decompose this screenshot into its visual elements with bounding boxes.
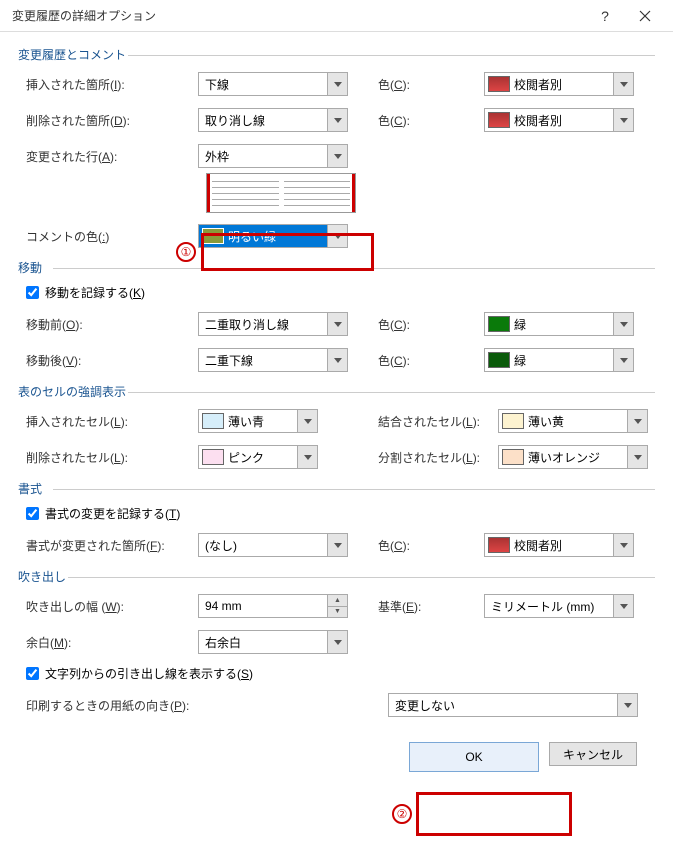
titlebar: 変更履歴の詳細オプション ? xyxy=(0,0,673,32)
select-move-from[interactable]: 二重取り消し線 xyxy=(198,312,348,336)
select-margin[interactable]: 右余白 xyxy=(198,630,348,654)
select-merge-cell[interactable]: 薄い黄 xyxy=(498,409,648,433)
chevron-down-icon xyxy=(327,109,347,131)
select-inserted[interactable]: 下線 xyxy=(198,72,348,96)
select-comment-color[interactable]: 明るい緑 xyxy=(198,224,348,248)
label-ins-cell: 挿入されたセル(L): xyxy=(18,413,198,430)
swatch-icon xyxy=(488,537,510,553)
label-balloon-width: 吹き出しの幅 (W): xyxy=(18,598,198,615)
select-deleted-color[interactable]: 校閲者別 xyxy=(484,108,634,132)
select-split-cell[interactable]: 薄いオレンジ xyxy=(498,445,648,469)
section-changes: 変更履歴とコメント xyxy=(18,46,655,63)
select-del-cell[interactable]: ピンク xyxy=(198,445,318,469)
checkbox-input[interactable] xyxy=(26,667,39,680)
label-changed-line: 変更された行(A): xyxy=(18,148,198,165)
label-split-cell: 分割されたセル(L): xyxy=(378,449,498,466)
section-balloons: 吹き出し xyxy=(18,568,655,585)
changed-line-preview xyxy=(206,173,356,213)
swatch-icon xyxy=(488,352,510,368)
checkbox-label: 書式の変更を記録する(T) xyxy=(45,505,180,522)
select-ins-cell[interactable]: 薄い青 xyxy=(198,409,318,433)
select-format-at[interactable]: (なし) xyxy=(198,533,348,557)
swatch-icon xyxy=(202,413,224,429)
chevron-down-icon xyxy=(613,109,633,131)
select-inserted-color[interactable]: 校閲者別 xyxy=(484,72,634,96)
checkbox-input[interactable] xyxy=(26,286,39,299)
label-margin: 余白(M): xyxy=(18,634,198,651)
select-format-color[interactable]: 校閲者別 xyxy=(484,533,634,557)
select-move-to[interactable]: 二重下線 xyxy=(198,348,348,372)
chevron-down-icon xyxy=(627,410,647,432)
swatch-icon xyxy=(202,228,224,244)
label-color: 色(C): xyxy=(378,316,484,333)
swatch-icon xyxy=(202,449,224,465)
chevron-down-icon xyxy=(327,313,347,335)
chevron-down-icon xyxy=(327,631,347,653)
label-print-orient: 印刷するときの用紙の向き(P): xyxy=(18,697,388,714)
select-changed-line[interactable]: 外枠 xyxy=(198,144,348,168)
select-print-orient[interactable]: 変更しない xyxy=(388,693,638,717)
label-deleted: 削除された箇所(D): xyxy=(18,112,198,129)
spinner-down-icon[interactable]: ▼ xyxy=(327,606,347,618)
swatch-icon xyxy=(488,112,510,128)
ok-button[interactable]: OK xyxy=(409,742,539,772)
swatch-icon xyxy=(488,76,510,92)
chevron-down-icon xyxy=(613,349,633,371)
swatch-icon xyxy=(502,413,524,429)
label-measure: 基準(E): xyxy=(378,598,484,615)
close-button[interactable] xyxy=(625,1,665,31)
section-cells: 表のセルの強調表示 xyxy=(18,383,655,400)
label-del-cell: 削除されたセル(L): xyxy=(18,449,198,466)
label-format-at: 書式が変更された箇所(F): xyxy=(18,537,198,554)
select-deleted[interactable]: 取り消し線 xyxy=(198,108,348,132)
chevron-down-icon xyxy=(327,534,347,556)
chevron-down-icon xyxy=(297,446,317,468)
chevron-down-icon xyxy=(617,694,637,716)
label-move-from: 移動前(O): xyxy=(18,316,198,333)
section-moves: 移動 xyxy=(18,259,655,276)
label-comment-color: コメントの色(:) xyxy=(18,228,198,245)
spinner-up-icon[interactable]: ▲ xyxy=(327,595,347,606)
section-format: 書式 xyxy=(18,480,655,497)
chevron-down-icon xyxy=(613,595,633,617)
swatch-icon xyxy=(488,316,510,332)
checkbox-label: 文字列からの引き出し線を表示する(S) xyxy=(45,665,253,682)
label-move-to: 移動後(V): xyxy=(18,352,198,369)
checkbox-track-moves[interactable]: 移動を記録する(K) xyxy=(18,284,655,301)
cancel-button[interactable]: キャンセル xyxy=(549,742,637,766)
chevron-down-icon xyxy=(327,225,347,247)
label-color: 色(C): xyxy=(378,352,484,369)
chevron-down-icon xyxy=(613,73,633,95)
label-color: 色(C): xyxy=(378,112,484,129)
chevron-down-icon xyxy=(327,145,347,167)
select-move-from-color[interactable]: 緑 xyxy=(484,312,634,336)
checkbox-draw-lines[interactable]: 文字列からの引き出し線を表示する(S) xyxy=(18,665,655,682)
label-inserted: 挿入された箇所(I): xyxy=(18,76,198,93)
swatch-icon xyxy=(502,449,524,465)
window-title: 変更履歴の詳細オプション xyxy=(8,7,585,24)
select-move-to-color[interactable]: 緑 xyxy=(484,348,634,372)
label-color: 色(C): xyxy=(378,76,484,93)
chevron-down-icon xyxy=(613,534,633,556)
chevron-down-icon xyxy=(627,446,647,468)
checkbox-label: 移動を記録する(K) xyxy=(45,284,145,301)
chevron-down-icon xyxy=(327,349,347,371)
label-merge-cell: 結合されたセル(L): xyxy=(378,413,498,430)
help-button[interactable]: ? xyxy=(585,1,625,31)
label-color: 色(C): xyxy=(378,537,484,554)
checkbox-track-format[interactable]: 書式の変更を記録する(T) xyxy=(18,505,655,522)
chevron-down-icon xyxy=(613,313,633,335)
annotation-highlight-2 xyxy=(416,792,572,836)
select-measure[interactable]: ミリメートル (mm) xyxy=(484,594,634,618)
chevron-down-icon xyxy=(297,410,317,432)
spinner-balloon-width[interactable]: 94 mm ▲▼ xyxy=(198,594,348,618)
annotation-marker-1: ① xyxy=(176,242,196,262)
annotation-marker-2: ② xyxy=(392,804,412,824)
chevron-down-icon xyxy=(327,73,347,95)
checkbox-input[interactable] xyxy=(26,507,39,520)
